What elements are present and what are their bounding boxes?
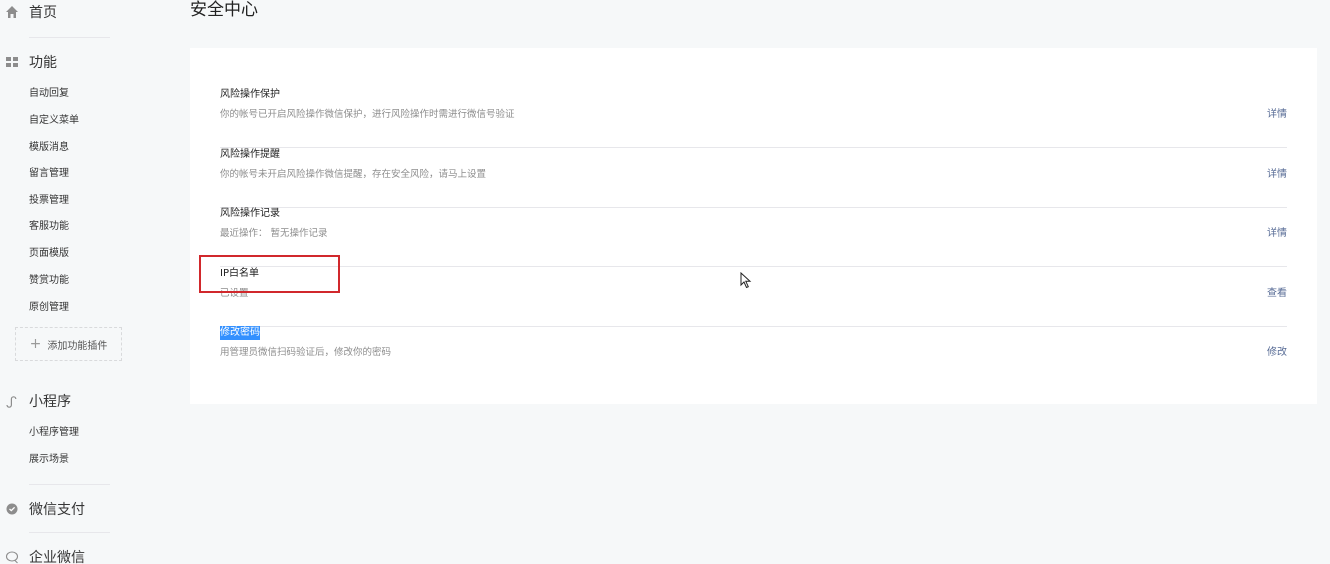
- sidebar-item-custom-menu[interactable]: 自定义菜单: [29, 113, 79, 129]
- mouse-cursor-icon: [740, 272, 752, 289]
- nav-work-wechat[interactable]: 企业微信: [5, 546, 85, 564]
- row-risk-protection: 风险操作保护 你的帐号已开启风险操作微信保护，进行风险操作时需进行微信号验证 详…: [220, 88, 1287, 148]
- row-risk-reminder: 风险操作提醒 你的帐号未开启风险操作微信提醒，存在安全风险，请马上设置 详情: [220, 148, 1287, 208]
- sidebar-item-page-template[interactable]: 页面模版: [29, 246, 69, 262]
- nav-home[interactable]: 首页: [5, 1, 57, 23]
- sidebar-item-miniprogram-manage[interactable]: 小程序管理: [29, 425, 79, 441]
- nav-wechat-pay[interactable]: 微信支付: [5, 498, 85, 520]
- row-title: 风险操作提醒: [220, 149, 280, 160]
- sidebar-item-original[interactable]: 原创管理: [29, 300, 69, 316]
- details-link[interactable]: 详情: [1267, 227, 1287, 241]
- nav-miniprogram-label: 小程序: [29, 394, 71, 410]
- row-desc: 用管理员微信扫码验证后，修改你的密码: [220, 347, 392, 358]
- view-link[interactable]: 查看: [1267, 287, 1287, 301]
- wechat-pay-icon: [5, 502, 19, 516]
- sidebar-item-reward[interactable]: 赞赏功能: [29, 273, 69, 289]
- nav-wechat-pay-label: 微信支付: [29, 502, 85, 518]
- sidebar: 首页 功能 自动回复 自定义菜单 模版消息 留言管理 投票管理 客服功能 页面模…: [0, 0, 130, 564]
- row-ip-whitelist: IP白名单 已设置 查看: [220, 267, 1287, 327]
- add-plugin-label: 添加功能插件: [47, 340, 108, 352]
- work-wechat-icon: [5, 550, 19, 564]
- row-title: IP白名单: [220, 268, 259, 279]
- sidebar-item-auto-reply[interactable]: 自动回复: [29, 86, 69, 102]
- home-icon: [5, 5, 19, 19]
- details-link[interactable]: 详情: [1267, 168, 1287, 182]
- row-desc: 你的帐号未开启风险操作微信提醒，存在安全风险，请马上设置: [220, 169, 487, 180]
- grid-icon: [5, 55, 19, 69]
- plus-icon: +: [29, 336, 42, 352]
- modify-link[interactable]: 修改: [1267, 346, 1287, 360]
- divider: [29, 484, 110, 485]
- security-panel: 风险操作保护 你的帐号已开启风险操作微信保护，进行风险操作时需进行微信号验证 详…: [190, 48, 1317, 404]
- add-plugin-button[interactable]: + 添加功能插件: [15, 327, 122, 361]
- nav-home-label: 首页: [29, 5, 57, 21]
- row-risk-records: 风险操作记录 最近操作： 暂无操作记录 详情: [220, 207, 1287, 267]
- sidebar-item-voting[interactable]: 投票管理: [29, 193, 69, 209]
- row-title: 风险操作保护: [220, 89, 280, 100]
- sidebar-item-template-message[interactable]: 模版消息: [29, 140, 69, 156]
- row-change-password: 修改密码 用管理员微信扫码验证后，修改你的密码 修改: [220, 326, 1287, 386]
- nav-work-wechat-label: 企业微信: [29, 550, 85, 564]
- nav-features[interactable]: 功能: [5, 51, 57, 73]
- row-desc: 最近操作： 暂无操作记录: [220, 228, 328, 239]
- sidebar-item-customer-service[interactable]: 客服功能: [29, 219, 69, 235]
- divider: [29, 37, 110, 38]
- nav-miniprogram[interactable]: 小程序: [5, 390, 71, 412]
- row-title: 修改密码: [220, 326, 260, 340]
- nav-features-label: 功能: [29, 55, 57, 71]
- divider: [29, 532, 110, 533]
- row-desc: 你的帐号已开启风险操作微信保护，进行风险操作时需进行微信号验证: [220, 109, 515, 120]
- page-title: 安全中心: [190, 0, 258, 20]
- row-title: 风险操作记录: [220, 208, 280, 219]
- sidebar-item-display-scene[interactable]: 展示场景: [29, 452, 69, 468]
- miniprogram-icon: [5, 394, 19, 408]
- sidebar-item-comments[interactable]: 留言管理: [29, 166, 69, 182]
- row-desc: 已设置: [220, 288, 249, 299]
- details-link[interactable]: 详情: [1267, 108, 1287, 122]
